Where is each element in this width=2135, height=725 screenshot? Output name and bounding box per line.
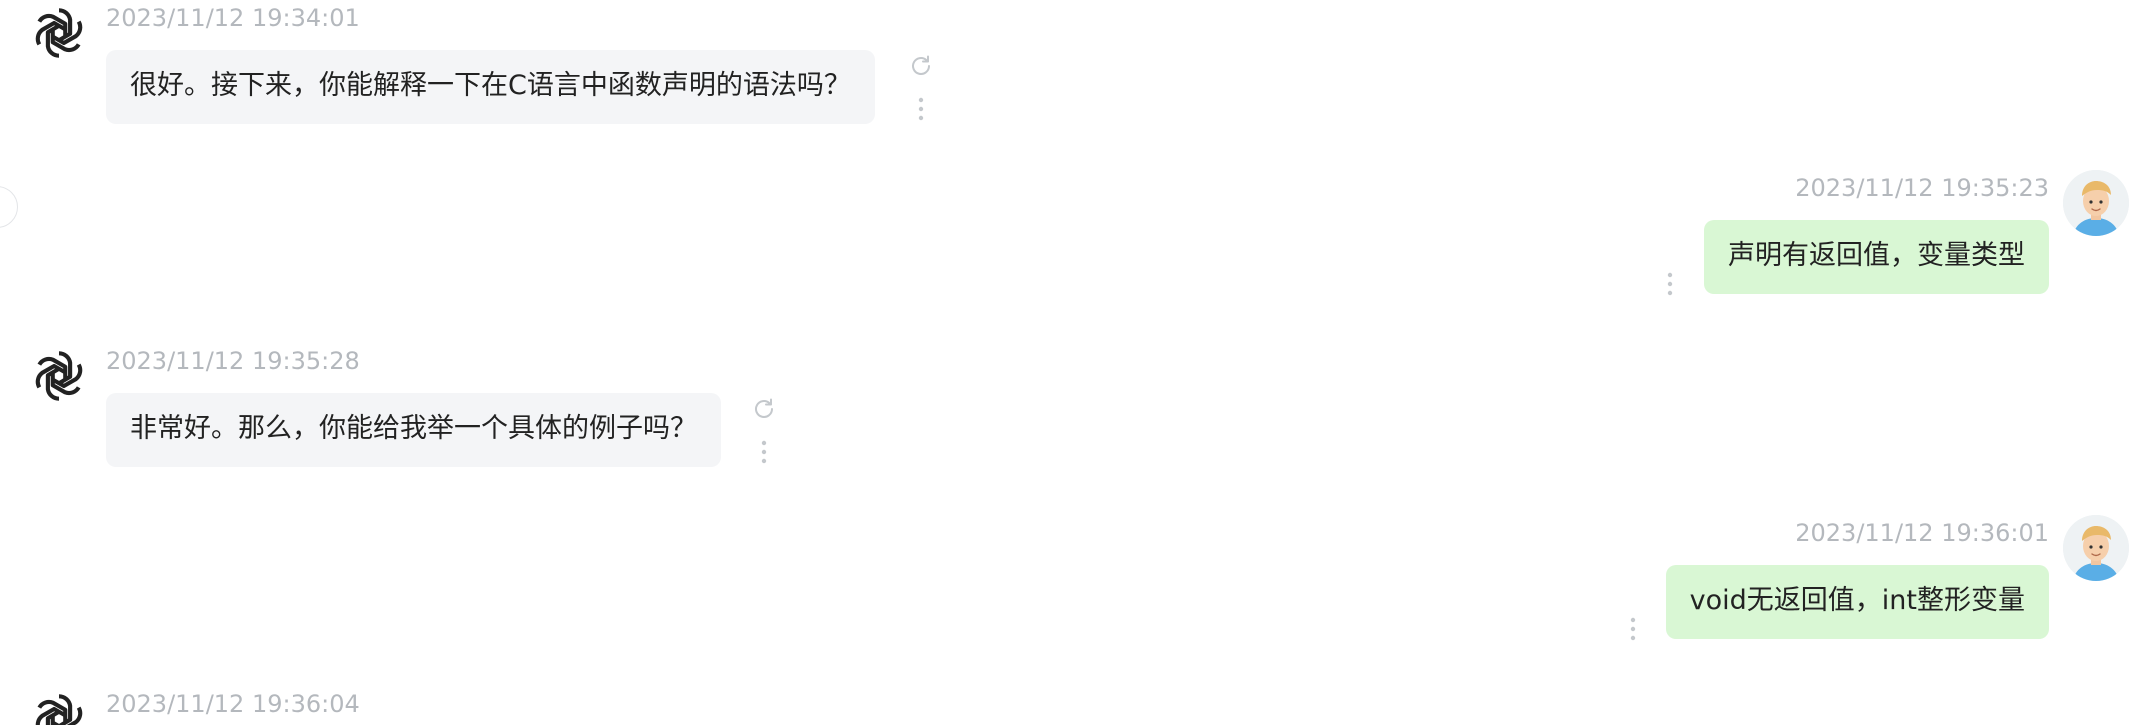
refresh-icon[interactable] (752, 397, 776, 421)
message-bubble[interactable]: 非常好。那么，你能给我举一个具体的例子吗？ (106, 393, 721, 467)
refresh-icon[interactable] (909, 54, 933, 78)
more-vertical-icon[interactable] (917, 96, 925, 122)
chat-window: 2023/11/12 19:34:01 很好。接下来，你能解释一下在C语言中函数… (0, 0, 2135, 725)
message-row-assistant: 2023/11/12 19:36:04 (0, 686, 2135, 725)
more-vertical-icon[interactable] (1666, 271, 1674, 297)
user-avatar-icon (2063, 515, 2129, 581)
user-avatar[interactable] (2063, 515, 2129, 581)
message-row-user: 2023/11/12 19:35:23 声明有返回值，变量类型 (0, 170, 2135, 300)
more-vertical-icon[interactable] (1629, 616, 1637, 642)
openai-logo-icon (28, 694, 90, 725)
message-bubble[interactable]: void无返回值，int整形变量 (1665, 565, 2049, 639)
more-vertical-icon[interactable] (760, 439, 768, 465)
message-row-user: 2023/11/12 19:36:01 void无返回值，int整形变量 (0, 515, 2135, 645)
user-avatar-icon (2063, 170, 2129, 236)
message-row-assistant: 2023/11/12 19:34:01 很好。接下来，你能解释一下在C语言中函数… (0, 0, 2135, 130)
openai-logo-icon (28, 8, 90, 64)
user-avatar[interactable] (2063, 170, 2129, 236)
message-timestamp: 2023/11/12 19:34:01 (106, 4, 360, 32)
message-timestamp: 2023/11/12 19:36:04 (106, 690, 360, 718)
openai-logo-icon (28, 351, 90, 407)
message-bubble[interactable]: 声明有返回值，变量类型 (1704, 220, 2049, 294)
message-timestamp: 2023/11/12 19:36:01 (1795, 519, 2049, 547)
message-timestamp: 2023/11/12 19:35:28 (106, 347, 360, 375)
message-bubble[interactable]: 很好。接下来，你能解释一下在C语言中函数声明的语法吗？ (106, 50, 875, 124)
message-row-assistant: 2023/11/12 19:35:28 非常好。那么，你能给我举一个具体的例子吗… (0, 343, 2135, 473)
message-timestamp: 2023/11/12 19:35:23 (1795, 174, 2049, 202)
